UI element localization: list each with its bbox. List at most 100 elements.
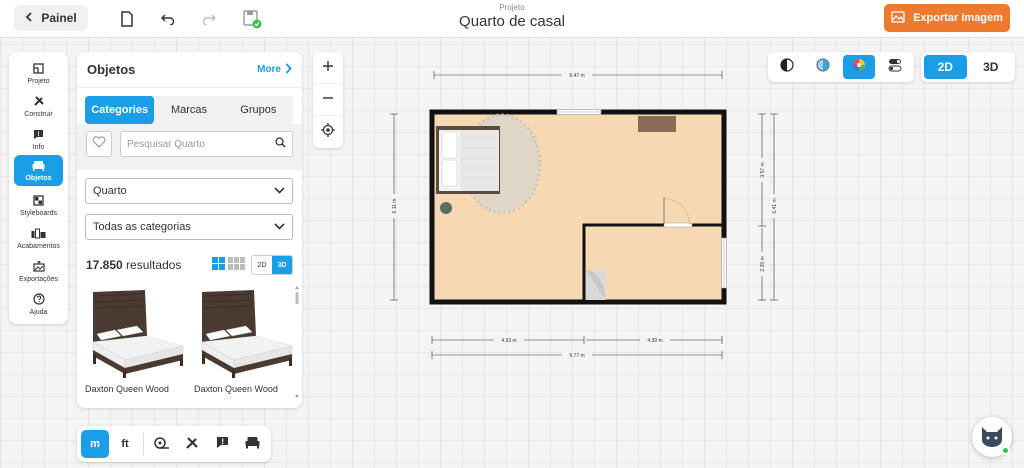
- unit-meters-button[interactable]: m: [81, 430, 109, 458]
- room-select[interactable]: Quarto: [85, 178, 293, 204]
- export-image-button[interactable]: Exportar Imagem: [884, 4, 1010, 32]
- view-3d-button[interactable]: 3D: [970, 55, 1013, 79]
- info-icon: [216, 436, 229, 452]
- export-button-label: Exportar Imagem: [913, 12, 1003, 24]
- project-icon: [33, 62, 44, 78]
- online-status-dot: [1001, 446, 1010, 455]
- save-icon[interactable]: [240, 7, 264, 31]
- sidebar-item-label: Exportações: [19, 275, 58, 283]
- plant-pot[interactable]: [440, 202, 452, 214]
- product-name: Daxton Queen Wood: [85, 384, 169, 394]
- half-circle-blue-icon: [816, 58, 830, 77]
- project-title[interactable]: Quarto de casal: [412, 13, 612, 30]
- dim-left-label: 6.11 m: [392, 199, 398, 214]
- grid-small-icon[interactable]: [228, 257, 246, 275]
- tab-grupos[interactable]: Grupos: [224, 96, 293, 124]
- build-tools-button[interactable]: [178, 430, 206, 458]
- desk[interactable]: [638, 116, 676, 132]
- sidebar-item-info[interactable]: Info: [14, 124, 63, 155]
- floor-plan-canvas[interactable]: 9.47 m 6.11 m 3.57 m 2.39 m 6.41 m 4.93 …: [380, 68, 780, 368]
- zoom-out-button[interactable]: [313, 84, 343, 116]
- panel-header: Objetos More: [77, 52, 302, 88]
- minus-icon: [322, 91, 334, 109]
- bed[interactable]: [436, 126, 500, 194]
- color-wheel-icon: [852, 58, 866, 77]
- project-label: Projeto: [499, 3, 525, 12]
- sidebar-item-label: Construir: [24, 111, 53, 118]
- back-button[interactable]: Painel: [14, 5, 88, 31]
- unit-feet-button[interactable]: ft: [111, 430, 139, 458]
- tape-measure-icon: [154, 436, 170, 453]
- color-mode-button[interactable]: [842, 55, 876, 79]
- sidebar-item-exportacoes[interactable]: Exportações: [14, 256, 63, 287]
- search-input[interactable]: [127, 138, 275, 150]
- plus-icon: [322, 59, 334, 77]
- export-icon: [32, 259, 45, 276]
- category-select[interactable]: Todas as categorias: [85, 214, 293, 240]
- sidebar-item-label: Projeto: [27, 77, 50, 85]
- toggle-switch-icon: [888, 58, 902, 77]
- settings-toggle-button[interactable]: [878, 55, 911, 79]
- search-icon[interactable]: [275, 135, 286, 153]
- view-2d-button[interactable]: 2D: [924, 55, 967, 79]
- map-controls: [313, 52, 343, 148]
- toggle-3d[interactable]: 3D: [272, 256, 292, 274]
- results-label: resultados: [126, 258, 182, 272]
- sidebar-item-objetos[interactable]: Objetos: [14, 155, 63, 186]
- dim-bottom-right-label: 4.39 m: [647, 338, 662, 344]
- sidebar-item-label: Acabamentos: [17, 242, 60, 250]
- dimension-left: 6.11 m: [390, 113, 398, 301]
- dim-right-lower-label: 2.39 m: [760, 256, 766, 271]
- sidebar-item-label: Objetos: [25, 174, 52, 182]
- zoom-in-button[interactable]: [313, 52, 343, 84]
- dim-right-total-label: 6.41 m: [772, 198, 778, 213]
- sidebar-item-construir[interactable]: Construir: [14, 91, 63, 122]
- recenter-button[interactable]: [313, 116, 343, 148]
- project-title-block: Projeto Quarto de casal: [412, 3, 612, 30]
- divider: [143, 433, 144, 455]
- bed-thumbnail-image: [201, 290, 293, 378]
- dim-top-label: 9.47 m: [569, 73, 584, 79]
- help-icon: [32, 293, 45, 309]
- redo-icon[interactable]: [197, 7, 221, 31]
- dim-bottom-total-label: 9.77 m: [569, 353, 584, 359]
- sidebar-item-acabamentos[interactable]: Acabamentos: [14, 223, 63, 254]
- info-icon: [33, 129, 44, 144]
- product-card[interactable]: Daxton Queen Wood: [194, 284, 296, 400]
- assistant-button[interactable]: [972, 417, 1012, 457]
- dim-bottom-left-label: 4.93 m: [501, 338, 516, 344]
- tab-categories[interactable]: Categories: [85, 96, 155, 124]
- dimension-toggle: 2D 3D: [251, 255, 293, 275]
- tools-icon: [185, 436, 199, 453]
- toggle-2d[interactable]: 2D: [252, 256, 272, 274]
- sidebar-item-styleboards[interactable]: Styleboards: [14, 190, 63, 221]
- sidebar-item-label: Ajuda: [29, 309, 48, 316]
- undo-icon[interactable]: [156, 7, 180, 31]
- chevron-right-icon: [285, 62, 292, 77]
- objects-button[interactable]: [238, 430, 266, 458]
- panel-tabs: Categories Marcas Grupos: [85, 96, 293, 124]
- display-mode-bar: [768, 52, 914, 82]
- bottom-toolbar: m ft: [77, 426, 271, 462]
- sofa-icon: [32, 160, 45, 175]
- info-button[interactable]: [208, 430, 236, 458]
- left-toolbar: Projeto Construir Info Objetos Styleboar…: [9, 52, 68, 324]
- chevron-down-icon: [274, 185, 285, 197]
- results-scrollbar[interactable]: [294, 284, 300, 400]
- new-file-icon[interactable]: [115, 7, 139, 31]
- sidebar-item-ajuda[interactable]: Ajuda: [14, 289, 63, 320]
- grid-view-options: [212, 257, 246, 275]
- blueprint-mode-button[interactable]: [807, 55, 840, 79]
- measure-button[interactable]: [148, 430, 176, 458]
- dim-right-upper-label: 3.57 m: [760, 162, 766, 177]
- image-icon: [891, 10, 905, 26]
- crosshair-icon: [321, 122, 335, 142]
- sidebar-item-projeto[interactable]: Projeto: [14, 58, 63, 89]
- grid-large-icon[interactable]: [212, 257, 225, 275]
- shower[interactable]: [586, 270, 606, 300]
- more-link[interactable]: More: [257, 62, 292, 77]
- category-select-value: Todas as categorias: [93, 221, 191, 233]
- tab-marcas[interactable]: Marcas: [154, 96, 223, 124]
- favorites-button[interactable]: [86, 131, 112, 157]
- product-card[interactable]: Daxton Queen Wood: [85, 284, 187, 400]
